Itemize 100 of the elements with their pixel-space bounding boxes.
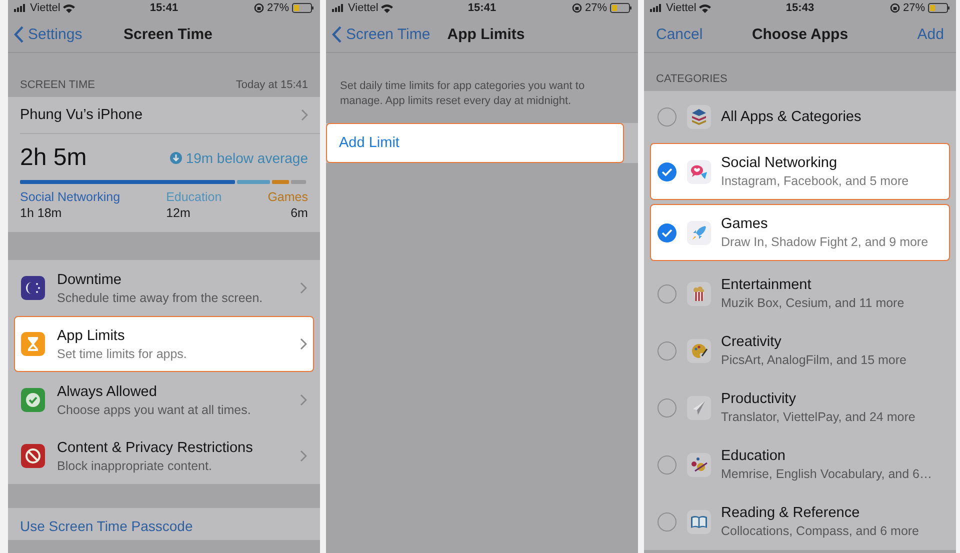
menu-item[interactable]: Content & Privacy Restrictions Block inappropriate content. [8, 428, 320, 484]
section-header: SCREEN TIME [20, 79, 95, 91]
rocket-icon [687, 220, 711, 244]
planet-icon [687, 452, 711, 476]
category-row[interactable]: Games Draw In, Shadow Fight 2, and 9 more [650, 204, 950, 261]
category-time: 12m [166, 206, 192, 220]
carrier-name: Viettel [30, 2, 60, 14]
battery-percent: 27% [902, 2, 925, 14]
section-date: Today at 15:41 [236, 79, 308, 91]
menu-item[interactable]: App Limits Set time limits for apps. [14, 316, 314, 372]
add-limit-button[interactable]: Add Limit [326, 123, 624, 163]
description-text: Set daily time limits for app categories you want to manage. App limits reset every day at midnight. [340, 79, 586, 109]
average-comparison: 19m below average [186, 150, 308, 166]
menu-item[interactable]: Always Allowed Choose apps you want at all times. [8, 372, 320, 428]
item-subtitle: Block inappropriate content. [57, 458, 213, 472]
category-row[interactable]: Creativity PicsArt, AnalogFilm, and 15 more [644, 322, 956, 379]
empty-circle-icon[interactable] [657, 340, 677, 360]
status-time: 15:41 [468, 2, 496, 14]
category-row[interactable]: Reading & Reference Collocations, Compass, and 6 more [644, 493, 956, 550]
item-title: Downtime [57, 272, 122, 288]
category-name: Games [268, 190, 308, 204]
item-title: Always Allowed [57, 384, 158, 400]
empty-circle-icon[interactable] [657, 107, 677, 127]
category-name: Social Networking [20, 190, 120, 204]
wifi-icon [63, 4, 76, 12]
empty-circle-icon[interactable] [657, 454, 677, 474]
signal-icon [650, 4, 663, 12]
category-row[interactable]: Entertainment Muzik Box, Cesium, and 11 more [644, 265, 956, 322]
category-subtitle: Draw In, Shadow Fight 2, and 9 more [721, 235, 930, 249]
category-title: Games [721, 216, 769, 232]
item-subtitle: Schedule time away from the screen. [57, 290, 264, 304]
category-subtitle: Collocations, Compass, and 6 more [721, 524, 920, 538]
category-subtitle: Muzik Box, Cesium, and 11 more [721, 296, 906, 310]
category-time: 6m [290, 206, 308, 220]
section-header: CATEGORIES [656, 73, 728, 85]
category-title: Education [721, 448, 786, 464]
screen-title: Choose Apps [752, 26, 848, 42]
rotation-lock-icon [890, 3, 900, 13]
device-name[interactable]: Phung Vu’s iPhone [20, 107, 143, 123]
category-row[interactable]: Social Networking Instagram, Facebook, and 5 more [650, 143, 950, 200]
chat-bubbles-icon [687, 160, 711, 184]
category-subtitle: Instagram, Facebook, and 5 more [721, 174, 910, 188]
category-title: Productivity [721, 391, 797, 407]
empty-circle-icon[interactable] [657, 398, 677, 418]
rotation-lock-icon [254, 3, 264, 13]
chevron-icon [300, 338, 307, 350]
screen-title: Screen Time [124, 26, 212, 42]
item-subtitle: Set time limits for apps. [57, 346, 188, 360]
no-entry-icon [21, 444, 45, 468]
wifi-icon [699, 4, 712, 12]
status-time: 15:41 [150, 2, 178, 14]
item-title: Content & Privacy Restrictions [57, 440, 254, 456]
down-arrow-icon [170, 152, 182, 164]
book-icon [687, 510, 711, 534]
chevron-icon [300, 450, 307, 462]
category-row[interactable]: Productivity Translator, ViettelPay, and 24 more [644, 379, 956, 436]
status-time: 15:43 [786, 2, 814, 14]
palette-icon [687, 338, 711, 362]
category-title: Entertainment [721, 277, 812, 293]
category-title: Creativity [721, 334, 782, 350]
carrier-name: Viettel [348, 2, 378, 14]
battery-percent: 27% [266, 2, 289, 14]
rotation-lock-icon [572, 3, 582, 13]
empty-circle-icon[interactable] [657, 284, 677, 304]
category-title: Reading & Reference [721, 505, 861, 521]
wifi-icon [381, 4, 394, 12]
item-subtitle: Choose apps you want at all times. [57, 402, 252, 416]
battery-icon [928, 3, 950, 13]
chevron-icon [300, 394, 307, 406]
back-chevron-icon [332, 26, 342, 42]
item-title: App Limits [57, 328, 126, 344]
chevron-icon [300, 282, 307, 294]
moon-clock-icon [21, 276, 45, 300]
carrier-name: Viettel [666, 2, 696, 14]
signal-icon [14, 4, 27, 12]
category-subtitle: Translator, ViettelPay, and 24 more [721, 410, 916, 424]
check-badge-icon [21, 388, 45, 412]
chevron-icon [301, 109, 308, 121]
battery-icon [610, 3, 632, 13]
paper-plane-icon [687, 396, 711, 420]
menu-item[interactable]: Downtime Schedule time away from the screen. [8, 260, 320, 316]
category-time: 1h 18m [20, 206, 63, 220]
checked-circle-icon[interactable] [657, 222, 677, 242]
category-subtitle: PicsArt, AnalogFilm, and 15 more [721, 353, 908, 367]
popcorn-icon [687, 282, 711, 306]
checked-circle-icon[interactable] [657, 162, 677, 182]
screen-title: App Limits [447, 26, 525, 42]
category-title: Social Networking [721, 155, 838, 171]
signal-icon [332, 4, 345, 12]
category-title: All Apps & Categories [721, 109, 862, 125]
total-time: 2h 5m [20, 144, 87, 172]
category-name: Education [166, 190, 222, 204]
battery-percent: 27% [584, 2, 607, 14]
layers-icon [687, 105, 711, 129]
category-subtitle: Memrise, English Vocabulary, and 6… [721, 467, 933, 481]
category-row[interactable]: All Apps & Categories [644, 91, 956, 143]
battery-icon [292, 3, 314, 13]
empty-circle-icon[interactable] [657, 512, 677, 532]
category-row[interactable]: Education Memrise, English Vocabulary, and 6… [644, 436, 956, 493]
back-chevron-icon [14, 26, 24, 42]
